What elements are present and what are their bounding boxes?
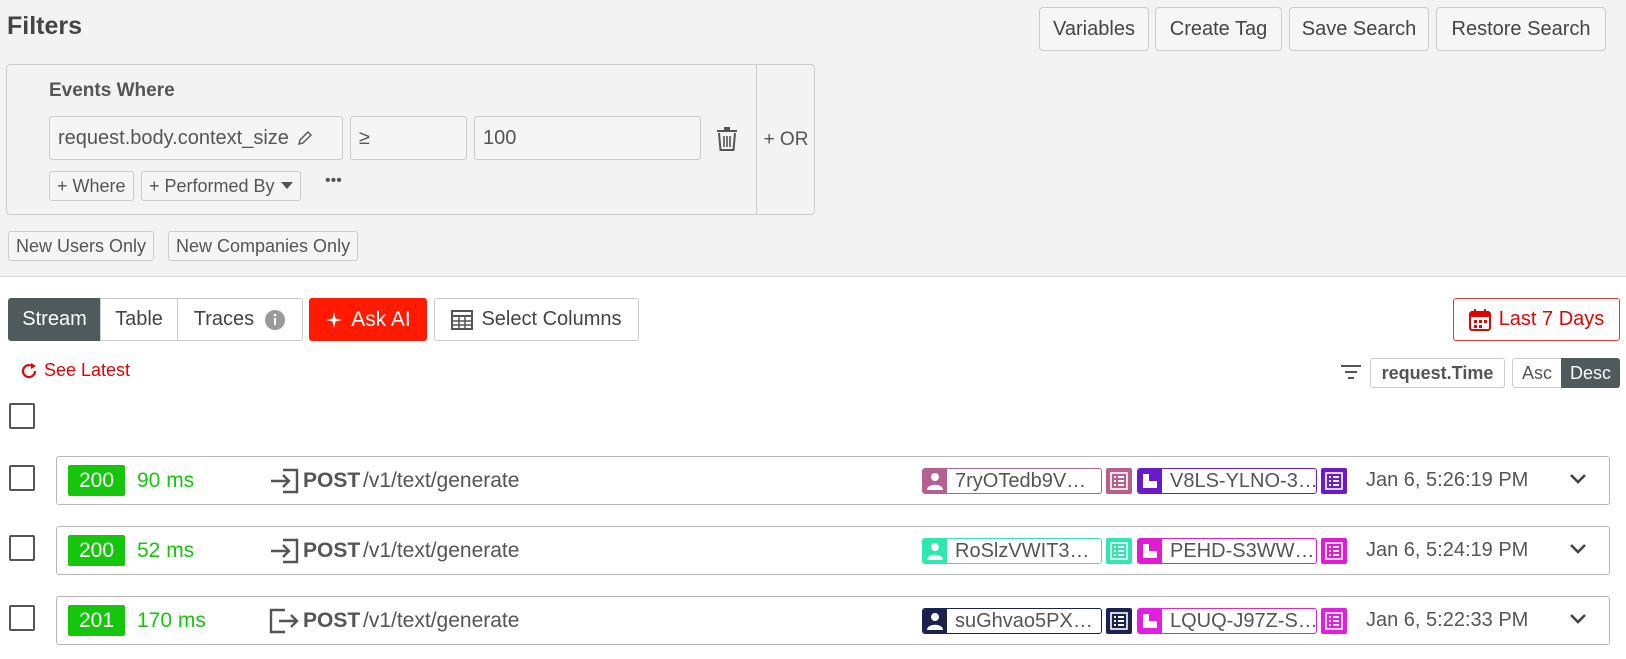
sort-desc-button[interactable]: Desc — [1561, 358, 1620, 388]
company-id: LQUQ-J97Z-S… — [1170, 609, 1317, 632]
company-id: PEHD-S3WW… — [1170, 539, 1315, 562]
new-users-only-button[interactable]: New Users Only — [8, 231, 155, 261]
sort-field-select[interactable]: request.Time — [1370, 358, 1505, 388]
timestamp: Jan 6, 5:24:19 PM — [1366, 539, 1529, 561]
timestamp: Jan 6, 5:26:19 PM — [1366, 469, 1529, 491]
ask-ai-label: Ask AI — [351, 307, 411, 331]
http-method: POST — [303, 539, 361, 562]
select-columns-button[interactable]: Select Columns — [434, 298, 639, 341]
save-search-button[interactable]: Save Search — [1289, 7, 1429, 51]
table-icon — [451, 309, 474, 330]
tab-traces-label: Traces — [193, 308, 255, 330]
user-details-icon[interactable] — [1106, 608, 1132, 634]
filter-field-input[interactable]: request.body.context_size — [49, 116, 343, 160]
user-details-icon[interactable] — [1106, 538, 1132, 564]
chevron-down-icon[interactable] — [1569, 473, 1587, 485]
restore-search-button[interactable]: Restore Search — [1436, 7, 1606, 51]
events-where-label: Events Where — [49, 80, 175, 101]
tab-table[interactable]: Table — [100, 298, 178, 341]
company-details-icon[interactable] — [1321, 608, 1347, 634]
add-or-button[interactable]: + OR — [756, 65, 815, 214]
see-latest-button[interactable]: See Latest — [20, 360, 130, 381]
user-id: 7ryOTedb9V… — [955, 469, 1087, 492]
ask-ai-button[interactable]: Ask AI — [309, 298, 427, 341]
duration: 52 ms — [137, 539, 195, 562]
sparkle-icon — [326, 311, 343, 328]
request-path: /v1/text/generate — [363, 469, 520, 492]
refresh-icon — [21, 362, 37, 378]
company-details-icon[interactable] — [1321, 468, 1347, 494]
request-path: /v1/text/generate — [363, 539, 520, 562]
row-checkbox[interactable] — [9, 465, 35, 491]
select-all-checkbox[interactable] — [9, 403, 35, 429]
event-row[interactable]: 201 170 ms POST /v1/text/generate suGhva… — [56, 596, 1610, 645]
row-checkbox[interactable] — [9, 605, 35, 631]
value-input[interactable]: 100 — [474, 116, 701, 160]
sort-icon — [1341, 365, 1361, 379]
company-id: V8LS-YLNO-3… — [1170, 469, 1317, 492]
company-tag[interactable]: PEHD-S3WW… — [1137, 538, 1317, 564]
outgoing-request-icon — [269, 608, 299, 634]
create-tag-button[interactable]: Create Tag — [1155, 7, 1282, 51]
sort-asc-button[interactable]: Asc — [1512, 358, 1562, 388]
status-badge: 200 — [68, 535, 125, 566]
add-where-button[interactable]: + Where — [49, 171, 134, 201]
company-icon — [1138, 539, 1162, 563]
date-range-label: Last 7 Days — [1498, 308, 1605, 330]
user-tag[interactable]: suGhvao5PX… — [922, 608, 1102, 634]
status-badge: 201 — [68, 605, 125, 636]
performed-by-button[interactable]: + Performed By — [141, 171, 301, 201]
filter-group: Events Where request.body.context_size ≥… — [6, 64, 815, 215]
incoming-request-icon — [271, 468, 299, 494]
tab-stream[interactable]: Stream — [8, 298, 101, 341]
duration: 90 ms — [137, 469, 195, 492]
timestamp: Jan 6, 5:22:33 PM — [1366, 609, 1529, 631]
see-latest-label: See Latest — [44, 360, 131, 380]
tab-traces[interactable]: Traces — [177, 298, 303, 341]
trash-icon[interactable] — [716, 127, 738, 151]
user-id: RoSlzVWIT3… — [955, 539, 1090, 562]
user-details-icon[interactable] — [1106, 468, 1132, 494]
user-tag[interactable]: 7ryOTedb9V… — [922, 468, 1102, 494]
company-details-icon[interactable] — [1321, 538, 1347, 564]
new-companies-only-button[interactable]: New Companies Only — [168, 231, 359, 261]
event-row[interactable]: 200 90 ms POST /v1/text/generate 7ryOTed… — [56, 456, 1610, 505]
chevron-down-icon[interactable] — [1569, 543, 1587, 555]
performed-by-label: + Performed By — [149, 175, 275, 196]
duration: 170 ms — [137, 609, 206, 632]
http-method: POST — [303, 469, 361, 492]
company-icon — [1138, 609, 1162, 633]
user-icon — [923, 469, 947, 493]
info-icon — [265, 309, 286, 330]
incoming-request-icon — [271, 538, 299, 564]
caret-down-icon — [280, 182, 293, 189]
user-tag[interactable]: RoSlzVWIT3… — [922, 538, 1102, 564]
filter-field-value: request.body.context_size — [58, 126, 289, 149]
calendar-icon — [1468, 308, 1491, 331]
filters-panel: Filters Variables Create Tag Save Search… — [0, 0, 1626, 277]
company-tag[interactable]: V8LS-YLNO-3… — [1137, 468, 1317, 494]
company-icon — [1138, 469, 1162, 493]
operator-select[interactable]: ≥ — [350, 116, 467, 160]
pencil-icon[interactable] — [297, 130, 313, 146]
http-method: POST — [303, 609, 361, 632]
date-range-button[interactable]: Last 7 Days — [1453, 298, 1620, 341]
user-icon — [923, 539, 947, 563]
row-checkbox[interactable] — [9, 535, 35, 561]
request-path: /v1/text/generate — [363, 609, 520, 632]
status-badge: 200 — [68, 465, 125, 496]
event-row[interactable]: 200 52 ms POST /v1/text/generate RoSlzVW… — [56, 526, 1610, 575]
variables-button[interactable]: Variables — [1039, 7, 1149, 51]
chevron-down-icon[interactable] — [1569, 613, 1587, 625]
user-id: suGhvao5PX… — [955, 609, 1093, 632]
company-tag[interactable]: LQUQ-J97Z-S… — [1137, 608, 1317, 634]
user-icon — [923, 609, 947, 633]
select-columns-label: Select Columns — [481, 308, 622, 330]
more-options-button[interactable]: ••• — [325, 172, 342, 190]
filters-title: Filters — [7, 12, 83, 40]
